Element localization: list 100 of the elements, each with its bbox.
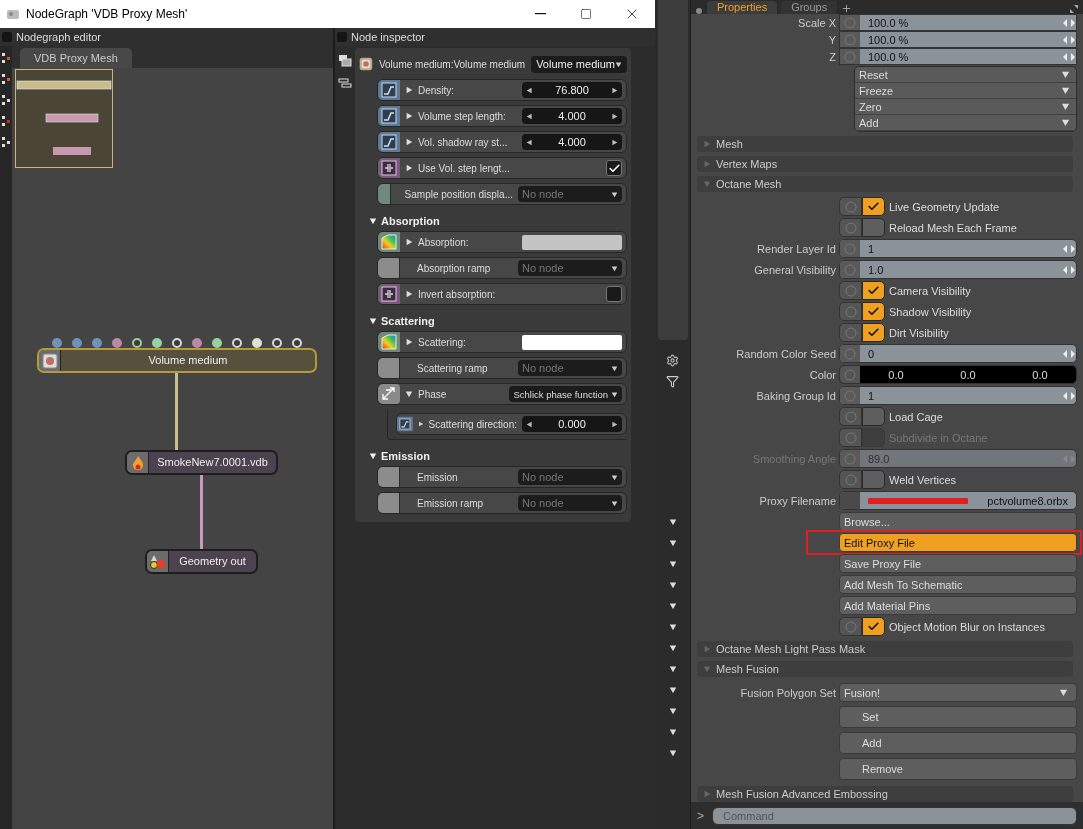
parameter-label: Absorption ramp: [417, 262, 492, 274]
graph-tool-icon[interactable]: [1, 73, 11, 85]
dropdown-action[interactable]: Add: [855, 115, 1076, 131]
dropdown[interactable]: Fusion!: [839, 683, 1077, 702]
section-header[interactable]: Mesh: [697, 136, 1073, 152]
dropdown-action[interactable]: Zero: [855, 99, 1076, 115]
input-pin[interactable]: [192, 338, 202, 348]
graph-tool-icon[interactable]: [1, 136, 11, 148]
action-button[interactable]: Edit Proxy File: [839, 533, 1077, 552]
input-pin[interactable]: [112, 338, 122, 348]
field-label: Baking Group Id: [755, 389, 836, 402]
node-select[interactable]: No node: [518, 186, 622, 202]
number-field[interactable]: 76.800: [522, 82, 622, 98]
graph-tab[interactable]: VDB Proxy Mesh: [20, 48, 132, 68]
expand-arrow-icon: [703, 790, 711, 798]
section-header[interactable]: Absorption: [369, 215, 440, 227]
checkbox[interactable]: [862, 470, 885, 489]
keyframe-circle-icon: [844, 620, 857, 633]
list-icon[interactable]: [338, 78, 352, 88]
node-select[interactable]: No node: [518, 469, 622, 485]
expand-corner-icon[interactable]: [1069, 4, 1079, 14]
keyframe-button[interactable]: [839, 428, 862, 447]
checkbox[interactable]: [862, 197, 885, 216]
node-select[interactable]: No node: [518, 495, 622, 511]
number-field[interactable]: 100.0 %: [839, 14, 1077, 31]
graph-node[interactable]: SmokeNew7.0001.vdb: [125, 450, 278, 475]
number-field[interactable]: 100.0 %: [839, 31, 1077, 48]
input-pin[interactable]: [152, 338, 162, 348]
section-header[interactable]: Emission: [369, 450, 430, 462]
checkbox[interactable]: [862, 323, 885, 342]
keyframe-circle-icon: [844, 284, 857, 297]
number-field[interactable]: 1.0: [839, 260, 1077, 279]
input-pin[interactable]: [212, 338, 222, 348]
checkbox[interactable]: [862, 407, 885, 426]
color-swatch[interactable]: [522, 334, 622, 350]
action-button[interactable]: Add Material Pins: [839, 596, 1077, 615]
parameter-label: Scattering direction:: [428, 418, 517, 430]
number-field[interactable]: 4.000: [522, 134, 622, 150]
checkbox[interactable]: [862, 218, 885, 237]
increment-arrow-icon: [611, 420, 618, 428]
node-select[interactable]: No node: [518, 360, 622, 376]
filter-icon[interactable]: [666, 375, 679, 388]
field-label: Proxy Filename: [758, 494, 836, 507]
keyframe-button[interactable]: [839, 407, 862, 426]
section-header[interactable]: Mesh Fusion: [697, 661, 1073, 677]
command-field[interactable]: Command: [712, 806, 1077, 825]
dropdown-action[interactable]: Freeze: [855, 83, 1076, 99]
expand-arrow-icon: [405, 112, 413, 120]
action-button[interactable]: Set: [839, 706, 1077, 728]
number-field[interactable]: 100.0 %: [839, 48, 1077, 65]
graph-tool-icon[interactable]: [1, 115, 11, 127]
section-header[interactable]: Scattering: [369, 315, 435, 327]
action-button[interactable]: Add: [839, 732, 1077, 754]
input-pin[interactable]: [92, 338, 102, 348]
action-button[interactable]: Add Mesh To Schematic: [839, 575, 1077, 594]
pane-title: Node inspector: [351, 31, 425, 43]
add-tab-icon[interactable]: [841, 3, 853, 14]
input-pin[interactable]: [132, 338, 142, 348]
keyframe-button[interactable]: [839, 470, 862, 489]
checkbox[interactable]: [862, 281, 885, 300]
section-header[interactable]: Octane Mesh Light Pass Mask: [697, 641, 1073, 657]
settings-icon[interactable]: [666, 354, 679, 367]
keyframe-circle-icon: [844, 305, 857, 318]
color-swatch[interactable]: [522, 234, 622, 250]
phase-pin-icon: [378, 384, 400, 404]
section-header[interactable]: Mesh Fusion Advanced Embossing: [697, 786, 1073, 802]
phase-select[interactable]: Schlick phase function: [509, 386, 622, 402]
graph-tool-icon[interactable]: [1, 52, 11, 64]
node-select[interactable]: No node: [518, 260, 622, 276]
check-icon: [867, 284, 880, 297]
panel-tab[interactable]: Properties: [707, 1, 778, 14]
color-field[interactable]: 0.0 0.0 0.0: [839, 365, 1077, 384]
filename-field[interactable]: pctvolume8.orbx: [839, 491, 1077, 510]
checkbox[interactable]: [606, 160, 622, 176]
checkbox[interactable]: [862, 617, 885, 636]
stacked-windows-icon[interactable]: [338, 54, 352, 68]
number-field[interactable]: 1: [839, 239, 1077, 258]
number-field[interactable]: 1: [839, 386, 1077, 405]
number-field[interactable]: 0: [839, 344, 1077, 363]
dropdown-action[interactable]: Reset: [855, 67, 1076, 83]
graph-node[interactable]: Geometry out: [145, 549, 258, 574]
graph-node[interactable]: Volume medium: [37, 348, 317, 373]
section-header[interactable]: Vertex Maps: [697, 156, 1073, 172]
input-pin[interactable]: [52, 338, 62, 348]
caret-icon: [611, 264, 618, 272]
node-type-select[interactable]: Volume medium: [531, 55, 627, 73]
section-header[interactable]: Octane Mesh: [697, 176, 1073, 192]
expand-arrow-icon: [405, 86, 413, 94]
checkbox[interactable]: [862, 302, 885, 321]
action-button[interactable]: Save Proxy File: [839, 554, 1077, 573]
panel-menu-icon[interactable]: [695, 6, 703, 14]
action-button[interactable]: Remove: [839, 758, 1077, 780]
graph-tool-icon[interactable]: [1, 94, 11, 106]
parameter-label: Scattering:: [418, 336, 467, 348]
checkbox[interactable]: [606, 286, 622, 302]
number-field[interactable]: 4.000: [522, 108, 622, 124]
panel-tab[interactable]: Groups: [781, 1, 838, 14]
field-label: Color: [808, 368, 836, 381]
input-pin[interactable]: [72, 338, 82, 348]
number-field[interactable]: 0.000: [522, 416, 622, 432]
